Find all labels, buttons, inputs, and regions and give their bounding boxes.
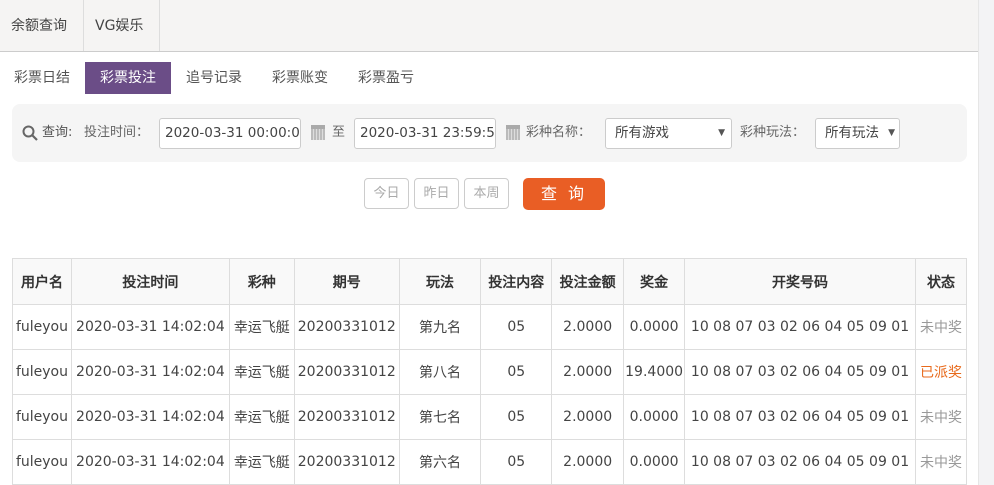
table-cell: fuleyou [12, 439, 72, 485]
filter-bar: 查询: 投注时间： 2020-03-31 00:00:00 至 2020-03-… [12, 104, 967, 162]
column-header: 投注金额 [551, 258, 625, 305]
table-cell: 幸运飞艇 [228, 439, 295, 485]
table-cell: 10 08 07 03 02 06 04 05 09 01 [684, 349, 916, 395]
dropdown-arrow-icon: ▼ [888, 128, 895, 138]
end-time-input[interactable]: 2020-03-31 23:59:59 [354, 118, 496, 149]
game-label: 彩种名称： [526, 125, 592, 140]
table-cell: fuleyou [12, 304, 72, 350]
table-cell: 10 08 07 03 02 06 04 05 09 01 [684, 394, 916, 440]
table-cell: 20200331012 [293, 439, 400, 485]
column-header: 彩种 [228, 258, 295, 305]
table-cell: 10 08 07 03 02 06 04 05 09 01 [684, 439, 916, 485]
table-cell: 2.0000 [551, 304, 625, 350]
dropdown-arrow-icon: ▼ [718, 128, 725, 138]
column-header: 奖金 [623, 258, 686, 305]
table-cell: 05 [480, 394, 553, 440]
subtab-daily[interactable]: 彩票日结 [0, 62, 84, 94]
game-select-value: 所有游戏 [615, 125, 669, 141]
query-label: 查询: [42, 125, 73, 140]
status-cell: 已派奖 [914, 349, 968, 395]
table-row: fuleyou 2020-03-31 14:02:04 幸运飞艇 2020033101… [12, 304, 968, 350]
bets-table: 用户名 投注时间 彩种 期号 玩法 投注内容 投注金额 奖金 开奖号码 状态 fuleyou 202… [12, 258, 968, 485]
subtab-account[interactable]: 彩票账变 [257, 62, 343, 94]
yesterday-button[interactable]: 昨日 [414, 178, 459, 209]
tab-balance[interactable]: 余额查询 [0, 0, 84, 51]
table-cell: 2.0000 [551, 439, 625, 485]
table-cell: 幸运飞艇 [228, 394, 295, 440]
status-cell: 未中奖 [914, 394, 968, 440]
table-cell: 20200331012 [293, 349, 400, 395]
table-row: fuleyou 2020-03-31 14:02:04 幸运飞艇 2020033101… [12, 394, 968, 440]
this-week-button[interactable]: 本周 [464, 178, 509, 209]
time-label: 投注时间： [84, 125, 150, 140]
table-cell: 2020-03-31 14:02:04 [70, 304, 230, 350]
play-select[interactable]: 所有玩法 ▼ [815, 118, 900, 149]
table-cell: 幸运飞艇 [228, 349, 295, 395]
start-time-input[interactable]: 2020-03-31 00:00:00 [159, 118, 301, 149]
scrollbar[interactable] [978, 0, 994, 485]
to-label: 至 [332, 125, 346, 140]
table-cell: 10 08 07 03 02 06 04 05 09 01 [684, 304, 916, 350]
table-cell: 0.0000 [623, 439, 686, 485]
table-cell: 第七名 [398, 394, 482, 440]
table-row: fuleyou 2020-03-31 14:02:04 幸运飞艇 2020033101… [12, 439, 968, 485]
tab-vg[interactable]: VG娱乐 [84, 0, 160, 51]
table-cell: 20200331012 [293, 304, 400, 350]
table-cell: 05 [480, 439, 553, 485]
column-header: 玩法 [398, 258, 482, 305]
calendar-icon[interactable] [506, 125, 520, 140]
status-cell: 未中奖 [914, 304, 968, 350]
column-header: 期号 [293, 258, 400, 305]
calendar-icon[interactable] [311, 125, 325, 140]
table-cell: 第九名 [398, 304, 482, 350]
table-cell: 2.0000 [551, 349, 625, 395]
status-cell: 未中奖 [914, 439, 968, 485]
search-button[interactable]: 查 询 [523, 178, 605, 210]
table-cell: 第八名 [398, 349, 482, 395]
column-header: 投注内容 [480, 258, 553, 305]
table-cell: 第六名 [398, 439, 482, 485]
subtab-chase[interactable]: 追号记录 [171, 62, 257, 94]
table-cell: 0.0000 [623, 304, 686, 350]
column-header: 用户名 [12, 258, 72, 305]
table-cell: 05 [480, 304, 553, 350]
column-header: 状态 [914, 258, 968, 305]
subtab-bets[interactable]: 彩票投注 [85, 62, 171, 94]
column-header: 开奖号码 [684, 258, 916, 305]
today-button[interactable]: 今日 [364, 178, 409, 209]
table-cell: 19.4000 [623, 349, 686, 395]
table-row: fuleyou 2020-03-31 14:02:04 幸运飞艇 2020033101… [12, 349, 968, 395]
table-cell: fuleyou [12, 394, 72, 440]
top-tab-bar: 余额查询 VG娱乐 [0, 0, 978, 52]
table-cell: 幸运飞艇 [228, 304, 295, 350]
play-select-value: 所有玩法 [825, 125, 879, 141]
play-label: 彩种玩法： [740, 125, 806, 140]
table-cell: 0.0000 [623, 394, 686, 440]
column-header: 投注时间 [70, 258, 230, 305]
table-cell: 2020-03-31 14:02:04 [70, 439, 230, 485]
table-cell: 05 [480, 349, 553, 395]
table-cell: 2.0000 [551, 394, 625, 440]
search-icon [22, 125, 38, 141]
game-select[interactable]: 所有游戏 ▼ [605, 118, 732, 149]
table-cell: fuleyou [12, 349, 72, 395]
table-cell: 2020-03-31 14:02:04 [70, 394, 230, 440]
subtab-profit[interactable]: 彩票盈亏 [343, 62, 429, 94]
table-cell: 2020-03-31 14:02:04 [70, 349, 230, 395]
table-cell: 20200331012 [293, 394, 400, 440]
